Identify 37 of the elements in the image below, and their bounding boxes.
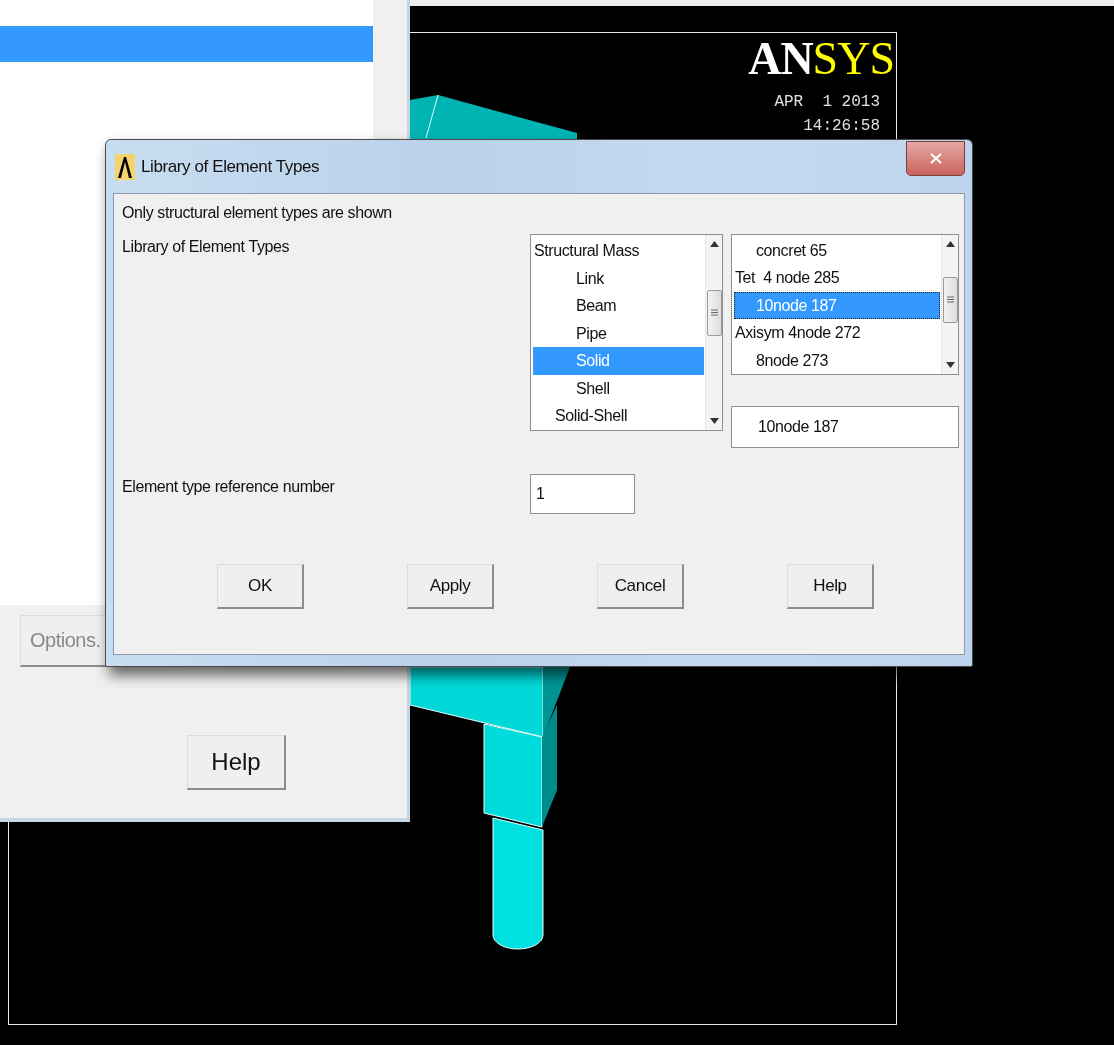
list-item[interactable]: 8node 273 (734, 346, 940, 375)
field-label: Library of Element Types (122, 237, 291, 257)
list-item[interactable]: Beam (533, 292, 704, 320)
app-logo-icon (115, 153, 135, 180)
date-text: APR 1 2013 (774, 93, 880, 111)
list-item[interactable]: Pipe (533, 319, 704, 348)
type-list[interactable]: concret 65 Tet 4 node 285 10node 187 Axisym 4node 272 8node 273 (731, 234, 959, 375)
scroll-thumb[interactable] (942, 276, 958, 323)
selection-field[interactable]: 10node 187 (731, 406, 959, 448)
list-item[interactable]: Tet 4 node 285 (734, 264, 940, 292)
field-label: Element type reference number (122, 477, 336, 497)
reference-number-field[interactable]: 1 (530, 474, 635, 514)
scroll-down-icon[interactable] (709, 418, 719, 424)
dialog-button[interactable]: Cancel (597, 564, 684, 609)
list-item[interactable]: Shell (533, 374, 704, 403)
scrollbar[interactable] (705, 235, 722, 430)
help-button[interactable]: Help (187, 735, 286, 790)
list-item[interactable]: Structural Mass (533, 237, 704, 265)
list-item[interactable]: Solid-Shell (533, 402, 704, 431)
time-text: 14:26:58 (803, 117, 880, 135)
dialog-button[interactable]: Help (787, 564, 874, 609)
scrollbar[interactable] (941, 235, 958, 374)
scroll-down-icon[interactable] (945, 362, 955, 368)
ansys-logo: ANSYS (748, 37, 894, 81)
close-button[interactable] (906, 141, 965, 176)
list-item[interactable]: Link (533, 264, 704, 293)
scroll-thumb[interactable] (706, 289, 722, 336)
list-item[interactable]: Axisym 4node 272 (734, 319, 940, 347)
dialog-button[interactable]: OK (217, 564, 304, 609)
list-item[interactable]: concret 65 (734, 237, 940, 265)
dialog-button[interactable]: Apply (407, 564, 494, 609)
scroll-up-icon[interactable] (709, 241, 719, 247)
scroll-up-icon[interactable] (945, 241, 955, 247)
info-text: Only structural element types are shown (122, 204, 393, 223)
category-list[interactable]: Structural Mass Link Beam Pipe Solid Shell Solid-Shell (530, 234, 723, 431)
window-title: Library of Element Types (141, 156, 320, 177)
close-icon (929, 153, 942, 164)
